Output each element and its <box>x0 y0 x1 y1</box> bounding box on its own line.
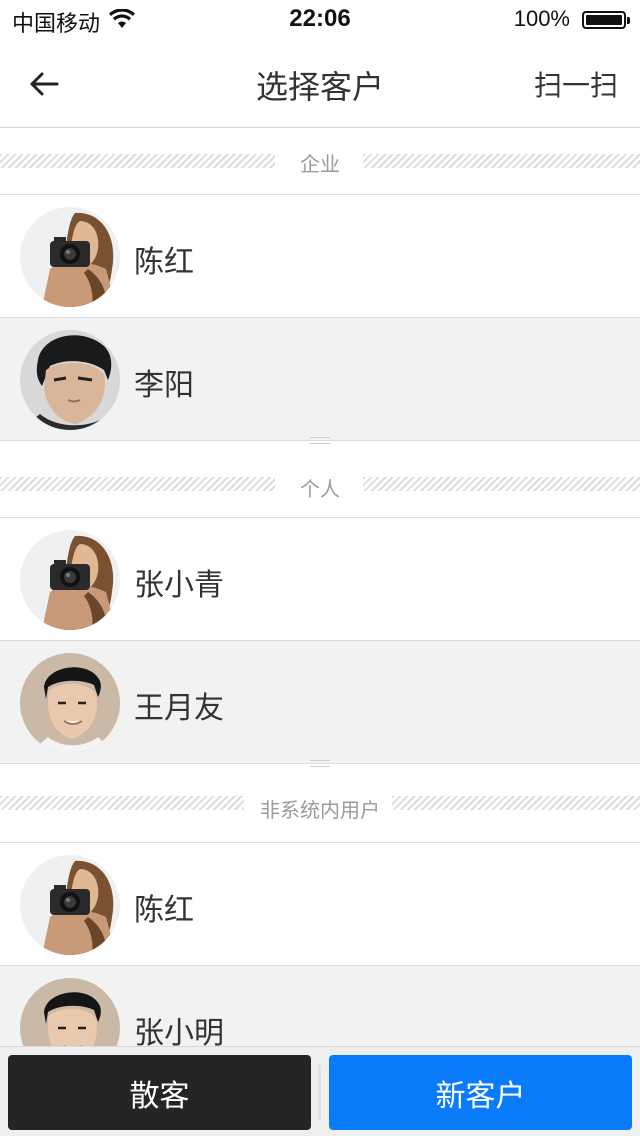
section-header-enterprise: 企业 <box>0 128 640 195</box>
avatar <box>20 207 120 307</box>
battery-icon <box>582 11 630 29</box>
status-bar: 中国移动 22:06 100% <box>0 0 640 40</box>
section-divider-handle <box>310 760 330 767</box>
scan-button[interactable]: 扫一扫 <box>534 64 618 104</box>
section-label: 非系统内用户 <box>260 798 380 822</box>
nav-header: 选择客户 扫一扫 <box>0 40 640 128</box>
avatar <box>20 653 120 753</box>
man-dark-hair-avatar <box>20 330 120 430</box>
customer-name: 王月友 <box>134 691 224 726</box>
customer-name: 李阳 <box>134 368 194 403</box>
list-item[interactable]: 王月友 <box>0 641 640 764</box>
section-header-external: 非系统内用户 <box>0 760 640 843</box>
photographer-avatar <box>20 530 120 630</box>
avatar <box>20 855 120 955</box>
section-divider-handle <box>310 437 330 444</box>
photographer-avatar <box>20 207 120 307</box>
customer-list: 企业 陈红 李阳 个人 张小青 王月友 非系统内用户 陈红 张小明 <box>0 128 640 1089</box>
section-label: 个人 <box>300 477 340 501</box>
customer-name: 张小青 <box>134 568 224 603</box>
walk-in-customer-button[interactable]: 散客 <box>8 1055 311 1130</box>
section-label: 企业 <box>300 152 340 176</box>
list-item[interactable]: 陈红 <box>0 843 640 966</box>
battery-percent: 100% <box>513 6 570 31</box>
man-smiling-avatar <box>20 653 120 753</box>
bottom-action-bar: 散客 新客户 <box>0 1046 640 1136</box>
customer-name: 陈红 <box>134 893 194 928</box>
avatar <box>20 330 120 430</box>
list-item[interactable]: 李阳 <box>0 318 640 441</box>
customer-name: 陈红 <box>134 245 194 280</box>
new-customer-button[interactable]: 新客户 <box>329 1055 632 1130</box>
list-item[interactable]: 陈红 <box>0 195 640 318</box>
list-item[interactable]: 张小青 <box>0 518 640 641</box>
button-separator <box>318 1065 321 1120</box>
section-header-personal: 个人 <box>0 437 640 518</box>
photographer-avatar <box>20 855 120 955</box>
avatar <box>20 530 120 630</box>
